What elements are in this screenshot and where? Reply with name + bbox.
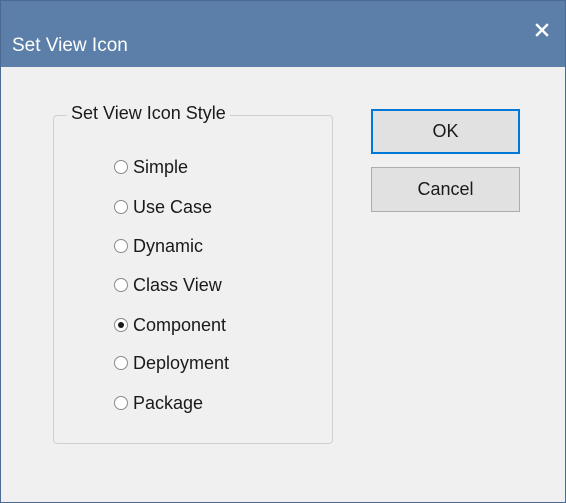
dialog-client-area: Set View Icon Style Simple Use Case Dyna… [1,67,565,502]
radio-button[interactable] [114,396,128,410]
radio-use-case[interactable]: Use Case [114,194,212,220]
radio-label: Deployment [133,352,230,373]
radio-button[interactable] [114,278,128,292]
close-icon [535,23,549,37]
radio-button[interactable] [114,356,128,370]
ok-button[interactable]: OK [371,109,520,154]
radio-label: Class View [133,274,222,295]
radio-label: Package [133,392,204,413]
dialog-title: Set View Icon [12,35,128,56]
radio-package[interactable]: Package [114,390,203,416]
radio-label: Simple [133,156,189,177]
group-legend: Set View Icon Style [67,103,230,124]
cancel-button[interactable]: Cancel [371,167,520,212]
radio-label: Component [133,314,227,335]
radio-button[interactable] [114,239,128,253]
dialog-window: Set View Icon Set View Icon Style Simple… [0,0,566,503]
close-button[interactable] [529,17,555,43]
radio-button[interactable] [114,200,128,214]
radio-button-selected[interactable] [114,318,128,332]
radio-label: Use Case [133,196,213,217]
radio-simple[interactable]: Simple [114,154,188,180]
radio-label: Dynamic [133,235,204,256]
title-bar[interactable]: Set View Icon [1,1,565,67]
radio-deployment[interactable]: Deployment [114,350,229,376]
radio-dynamic[interactable]: Dynamic [114,233,203,259]
radio-class-view[interactable]: Class View [114,272,222,298]
radio-component[interactable]: Component [114,312,226,338]
radio-button[interactable] [114,160,128,174]
